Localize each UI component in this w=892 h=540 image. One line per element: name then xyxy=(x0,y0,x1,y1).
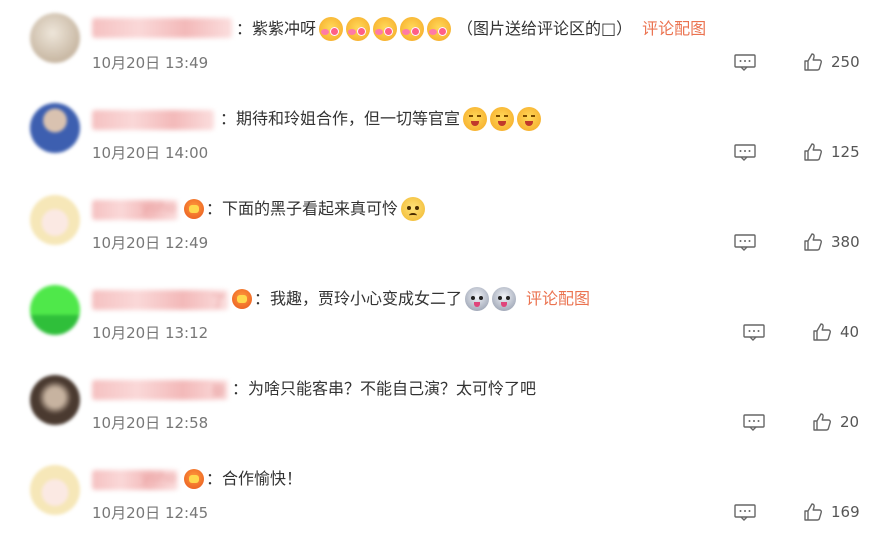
comment-list: ：紫紫冲呀 （图片送给评论区的□） 评论配图 10月20日 13:49 250 … xyxy=(0,0,892,534)
thumbs-up-icon xyxy=(804,53,822,71)
comment-text-line: ：期待和玲姐合作，但一切等官宣 xyxy=(220,107,542,131)
thumbs-up-icon xyxy=(804,503,822,521)
comment-date: 10月20日 14:00 xyxy=(92,144,209,162)
fan-badge-icon xyxy=(184,199,204,219)
comment-date: 10月20日 12:45 xyxy=(92,504,209,522)
husky-emoji-icon xyxy=(492,287,517,311)
comment-date: 10月20日 12:58 xyxy=(92,414,209,432)
like-count: 380 xyxy=(831,233,860,251)
like-count: 40 xyxy=(840,323,860,341)
username-blurred[interactable] xyxy=(92,110,214,130)
comment-item: 曼 ：为啥只能客串？不能自己演？太可怜了吧 10月20日 12:58 20 xyxy=(0,360,892,450)
username-blurred[interactable] xyxy=(92,18,232,38)
husky-emoji-icon xyxy=(465,287,490,311)
kiss-emoji-icon xyxy=(319,17,344,41)
username-blurred[interactable]: yoho xyxy=(92,470,178,490)
username-fragment: yoho xyxy=(141,200,176,216)
like-button[interactable]: 40 xyxy=(812,322,859,342)
like-count: 169 xyxy=(831,503,860,521)
comment-text-line: ：下面的黑子看起来真可怜 xyxy=(184,197,426,221)
like-button[interactable]: 169 xyxy=(803,502,860,522)
username-blurred[interactable]: 了 xyxy=(92,290,228,310)
kiss-emoji-icon xyxy=(427,17,452,41)
thumbs-up-icon xyxy=(804,233,822,251)
blush-emoji-icon xyxy=(517,107,542,131)
comment-icon[interactable] xyxy=(734,54,756,71)
comment-image-link[interactable]: 评论配图 xyxy=(526,287,590,311)
kiss-emoji-icon xyxy=(346,17,371,41)
comment-date: 10月20日 13:49 xyxy=(92,54,209,72)
comment-text: ：紫紫冲呀 xyxy=(236,19,317,38)
avatar[interactable] xyxy=(30,285,80,335)
comment-text-line: ：紫紫冲呀 （图片送给评论区的□） 评论配图 xyxy=(236,17,706,41)
comment-icon[interactable] xyxy=(734,504,756,521)
comment-icon[interactable] xyxy=(734,144,756,161)
avatar[interactable] xyxy=(30,375,80,425)
username-blurred[interactable]: 曼 xyxy=(92,380,228,400)
comment-text: ：期待和玲姐合作，但一切等官宣 xyxy=(220,109,461,128)
username-fragment: yoho xyxy=(141,470,176,486)
avatar[interactable] xyxy=(30,13,80,63)
kiss-emoji-icon xyxy=(373,17,398,41)
comment-text-line: ：我趣，贾玲小心变成女二了 评论配图 xyxy=(232,287,590,311)
blush-emoji-icon xyxy=(463,107,488,131)
kiss-emoji-icon xyxy=(400,17,425,41)
like-button[interactable]: 125 xyxy=(803,142,860,162)
like-button[interactable]: 20 xyxy=(812,412,859,432)
comment-text-line: ：为啥只能客串？不能自己演？太可怜了吧 xyxy=(232,377,536,401)
comment-text: ：合作愉快！ xyxy=(206,469,303,488)
comment-text: ：为啥只能客串？不能自己演？太可怜了吧 xyxy=(232,379,537,398)
like-count: 250 xyxy=(831,53,860,71)
sad-emoji-icon xyxy=(401,197,426,221)
fan-badge-icon xyxy=(184,469,204,489)
username-fragment: 曼 xyxy=(210,382,226,400)
comment-text-line: ：合作愉快！ xyxy=(184,467,302,491)
avatar[interactable] xyxy=(30,103,80,153)
thumbs-up-icon xyxy=(813,323,831,341)
comment-text: ：下面的黑子看起来真可怜 xyxy=(206,199,399,218)
comment-item: ：紫紫冲呀 （图片送给评论区的□） 评论配图 10月20日 13:49 250 xyxy=(0,0,892,90)
comment-item: ：期待和玲姐合作，但一切等官宣 10月20日 14:00 125 xyxy=(0,90,892,180)
comment-icon[interactable] xyxy=(743,414,765,431)
avatar[interactable] xyxy=(30,465,80,515)
comment-icon[interactable] xyxy=(743,324,765,341)
like-count: 20 xyxy=(840,413,860,431)
like-button[interactable]: 250 xyxy=(803,52,860,72)
comment-date: 10月20日 13:12 xyxy=(92,324,209,342)
thumbs-up-icon xyxy=(804,143,822,161)
like-button[interactable]: 380 xyxy=(803,232,860,252)
blush-emoji-icon xyxy=(490,107,515,131)
comment-item: 了 ：我趣，贾玲小心变成女二了 评论配图 10月20日 13:12 40 xyxy=(0,270,892,360)
comment-icon[interactable] xyxy=(734,234,756,251)
comment-date: 10月20日 12:49 xyxy=(92,234,209,252)
like-count: 125 xyxy=(831,143,860,161)
comment-image-link[interactable]: 评论配图 xyxy=(642,17,706,41)
avatar[interactable] xyxy=(30,195,80,245)
fan-badge-icon xyxy=(232,289,252,309)
comment-suffix: （图片送给评论区的□） xyxy=(457,19,633,38)
username-blurred[interactable]: yoho xyxy=(92,200,178,220)
thumbs-up-icon xyxy=(813,413,831,431)
comment-item: yoho ：下面的黑子看起来真可怜 10月20日 12:49 380 xyxy=(0,180,892,270)
comment-text: ：我趣，贾玲小心变成女二了 xyxy=(254,289,463,308)
comment-item: yoho ：合作愉快！ 10月20日 12:45 169 xyxy=(0,450,892,540)
username-fragment: 了 xyxy=(210,292,226,310)
